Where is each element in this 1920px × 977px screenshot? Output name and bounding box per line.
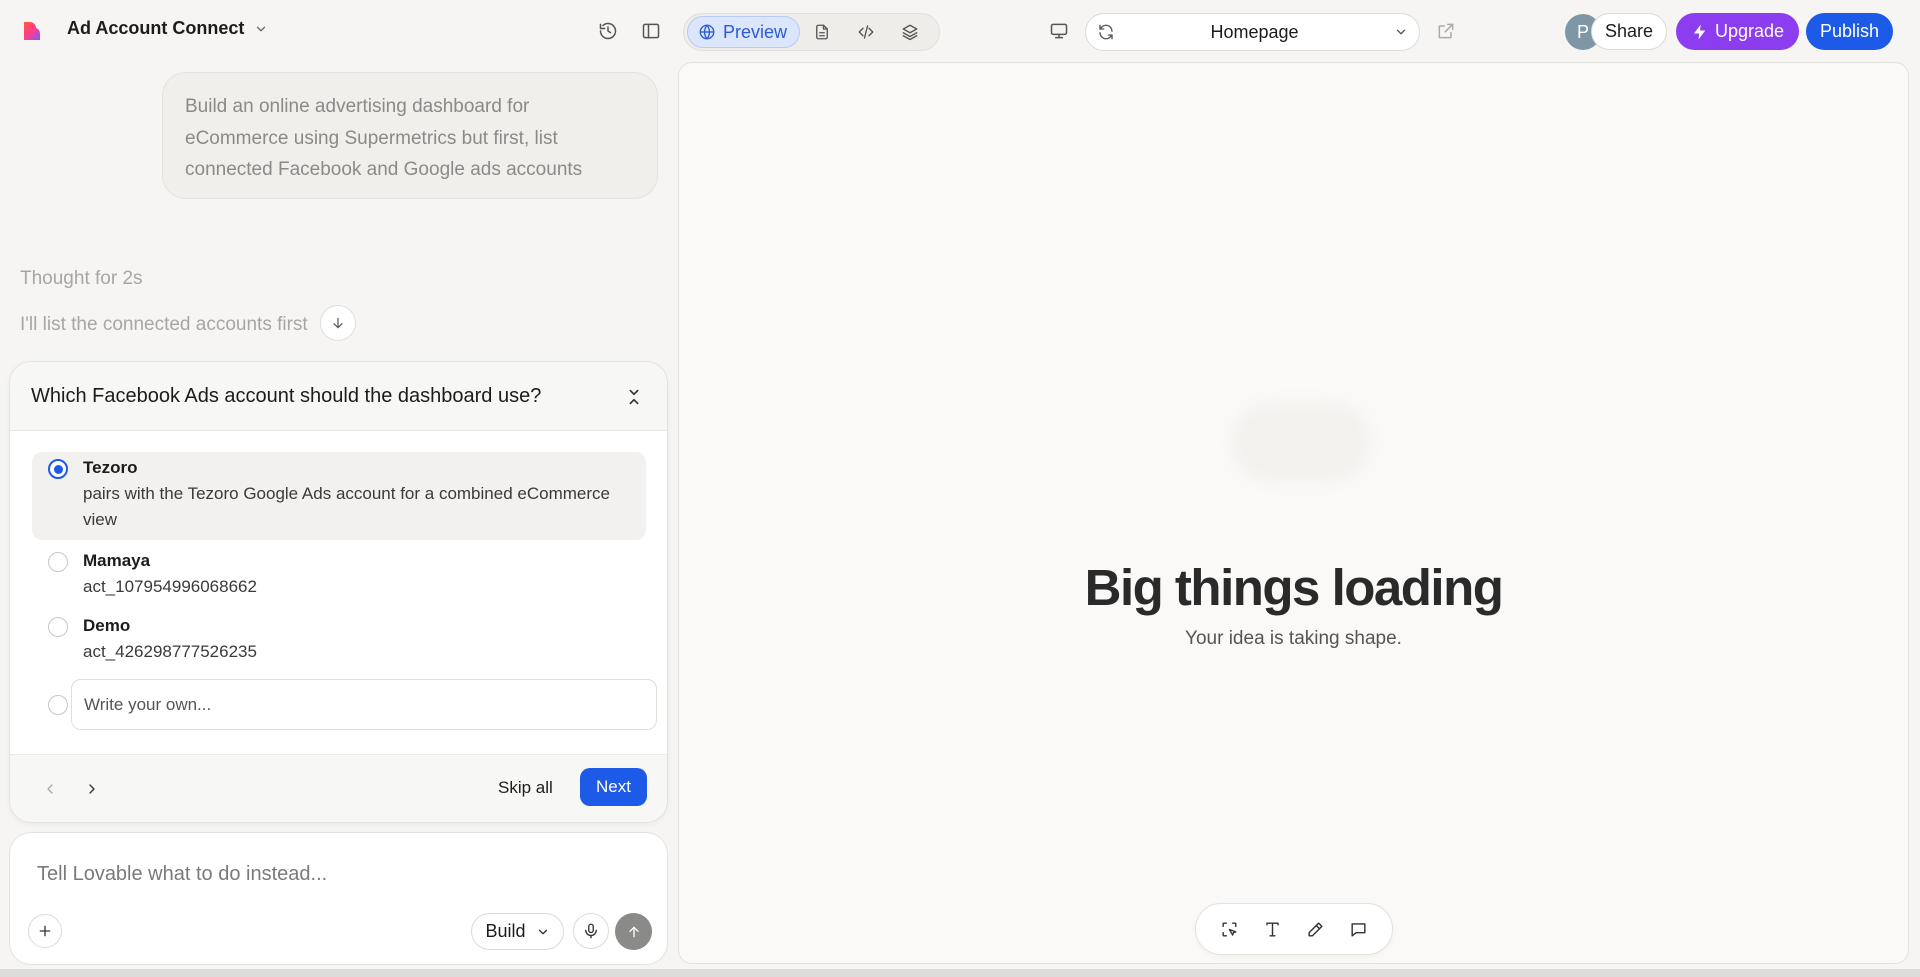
draw-button[interactable] (1301, 914, 1331, 944)
chevron-left-icon (47, 784, 53, 794)
next-button[interactable]: Next (580, 768, 647, 806)
user-message: Build an online advertising dashboard fo… (162, 72, 658, 199)
loading-subtitle: Your idea is taking shape. (1185, 628, 1402, 649)
chevron-down-icon (1396, 29, 1406, 35)
scroll-to-bottom-button[interactable] (320, 305, 356, 341)
microphone-icon (585, 923, 597, 939)
refresh-icon (1099, 24, 1113, 40)
sidebar-icon (642, 23, 660, 39)
option-mamaya[interactable]: Mamaya act_107954996068662 (32, 544, 646, 602)
add-attachment-button[interactable] (28, 914, 62, 948)
voice-input-button[interactable] (573, 913, 609, 949)
layers-icon (902, 24, 918, 41)
history-button[interactable] (592, 15, 624, 47)
toggle-sidebar-button[interactable] (635, 15, 667, 47)
page-selector-value: Homepage (1210, 21, 1299, 42)
edit-toolbar (1195, 903, 1393, 955)
chevron-down-icon (538, 929, 547, 934)
arrow-down-icon (333, 317, 343, 329)
option-description: pairs with the Tezoro Google Ads account… (83, 484, 610, 529)
chevron-down-icon (257, 26, 266, 31)
collapse-question-button[interactable] (623, 386, 645, 408)
chevron-right-icon (89, 784, 95, 794)
question-card: Which Facebook Ads account should the da… (9, 361, 668, 823)
loading-placeholder (1231, 402, 1371, 482)
upgrade-label: Upgrade (1714, 21, 1785, 41)
comment-button[interactable] (1344, 914, 1374, 944)
tab-files[interactable] (800, 16, 844, 48)
radio-selected[interactable] (48, 459, 68, 479)
pencil-icon (1308, 921, 1323, 937)
code-icon (858, 25, 874, 39)
option-demo[interactable]: Demo act_426298777526235 (32, 609, 646, 667)
project-menu[interactable]: Ad Account Connect (67, 18, 268, 39)
select-cursor-icon (1222, 921, 1237, 937)
previous-question-button[interactable] (38, 777, 62, 801)
project-title: Ad Account Connect (67, 18, 245, 38)
publish-button[interactable]: Publish (1806, 13, 1893, 50)
mode-selector[interactable]: Build (471, 913, 564, 950)
file-icon (816, 24, 828, 40)
top-bar: Ad Account Connect Preview Homepage P Sh… (0, 0, 1920, 62)
skip-all-button[interactable]: Skip all (498, 778, 553, 798)
radio-custom[interactable] (48, 695, 68, 715)
question-header: Which Facebook Ads account should the da… (10, 362, 667, 431)
lovable-logo-icon[interactable] (20, 19, 44, 43)
radio[interactable] (48, 617, 68, 637)
history-icon (599, 22, 617, 40)
radio[interactable] (48, 552, 68, 572)
edit-text-button[interactable] (1258, 914, 1288, 944)
device-preview-button[interactable] (1043, 15, 1075, 47)
select-element-button[interactable] (1215, 914, 1245, 944)
plus-icon (39, 925, 51, 937)
globe-icon (699, 24, 715, 40)
text-icon (1266, 921, 1279, 937)
option-title: Mamaya (83, 551, 151, 570)
option-description: act_426298777526235 (83, 642, 257, 661)
comment-icon (1351, 922, 1366, 937)
refresh-button[interactable] (1086, 23, 1126, 41)
tab-layers[interactable] (888, 16, 932, 48)
tab-code[interactable] (844, 16, 888, 48)
window-bottom-edge (0, 969, 1920, 977)
option-title: Tezoro (83, 458, 138, 477)
page-selector[interactable]: Homepage (1085, 13, 1420, 51)
collapse-icon (629, 389, 639, 405)
next-question-arrow[interactable] (80, 777, 104, 801)
question-title: Which Facebook Ads account should the da… (31, 384, 542, 407)
share-button[interactable]: Share (1591, 13, 1667, 50)
upgrade-button[interactable]: Upgrade (1676, 13, 1799, 50)
option-description: act_107954996068662 (83, 577, 257, 596)
preview-panel: Big things loading Your idea is taking s… (678, 62, 1909, 964)
open-in-new-tab-button[interactable] (1430, 15, 1462, 47)
arrow-up-icon (628, 926, 639, 937)
chat-composer: Tell Lovable what to do instead... Build (9, 832, 668, 965)
question-footer: Skip all Next (10, 754, 667, 822)
thought-label[interactable]: Thought for 2s (20, 268, 143, 290)
monitor-icon (1050, 23, 1068, 39)
loading-title: Big things loading (1084, 559, 1504, 616)
mode-label: Build (485, 921, 526, 941)
option-tezoro[interactable]: Tezoro pairs with the Tezoro Google Ads … (32, 452, 646, 540)
tab-preview-label: Preview (723, 21, 788, 42)
send-button[interactable] (615, 913, 652, 950)
tab-preview[interactable]: Preview (687, 16, 800, 48)
option-title: Demo (83, 616, 131, 635)
assistant-message: I'll list the connected accounts first (20, 314, 308, 335)
chat-input[interactable]: Tell Lovable what to do instead... (37, 863, 327, 886)
lightning-icon (1693, 24, 1706, 39)
external-link-icon (1438, 23, 1454, 39)
view-mode-group: Preview (683, 13, 940, 51)
custom-answer-input[interactable] (71, 679, 657, 730)
